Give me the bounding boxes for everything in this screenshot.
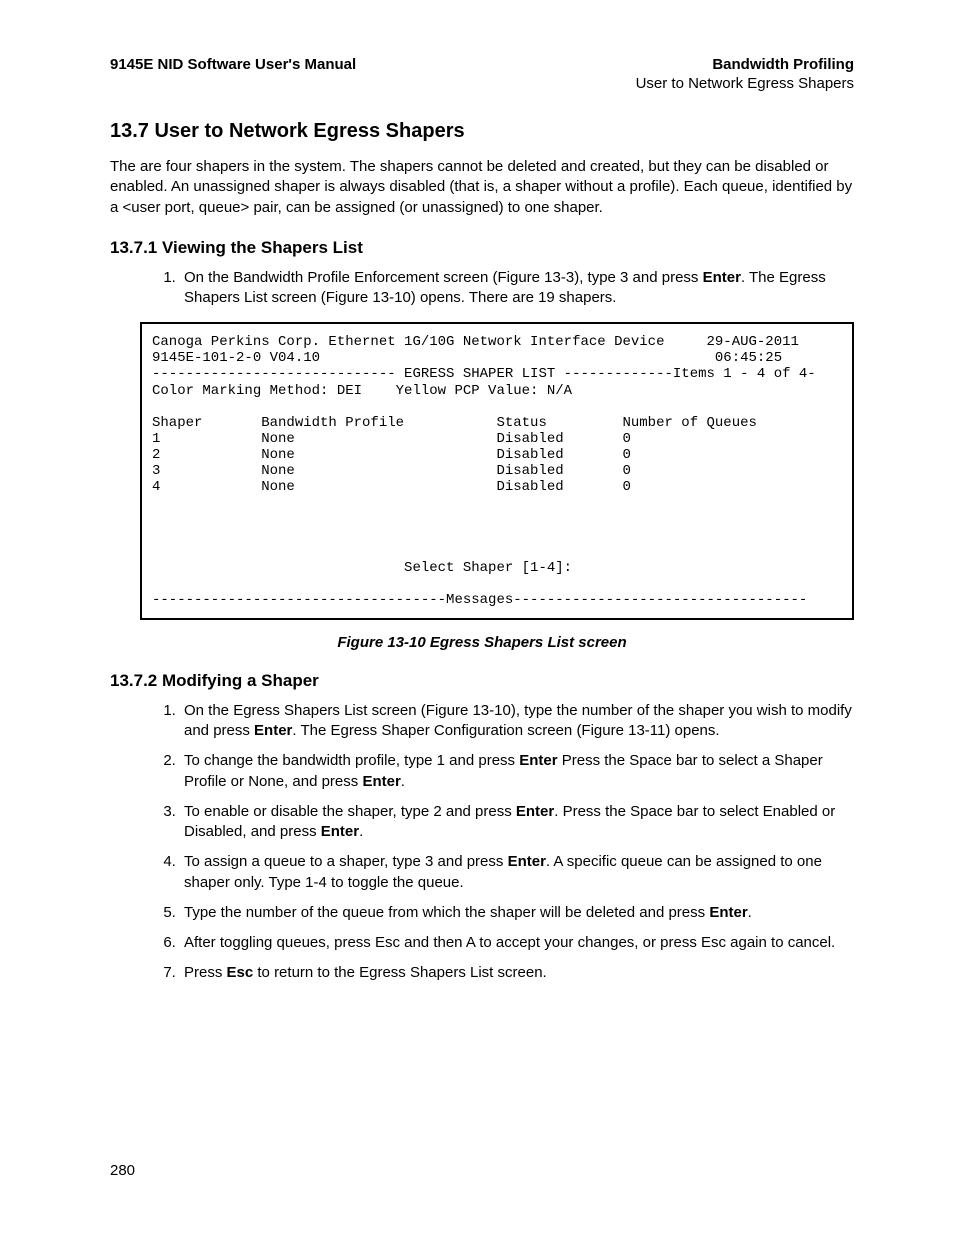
text: Type the number of the queue from which …: [184, 904, 709, 921]
sub2-step-7: Press Esc to return to the Egress Shaper…: [180, 963, 854, 983]
header-left: 9145E NID Software User's Manual: [110, 56, 356, 73]
page-header: 9145E NID Software User's Manual Bandwid…: [110, 56, 854, 73]
section-intro: The are four shapers in the system. The …: [110, 157, 854, 218]
sub2-step-4: To assign a queue to a shaper, type 3 an…: [180, 852, 854, 893]
manual-page: 9145E NID Software User's Manual Bandwid…: [0, 0, 954, 1235]
subsection-1-steps: On the Bandwidth Profile Enforcement scr…: [110, 268, 854, 309]
term-line: Canoga Perkins Corp. Ethernet 1G/10G Net…: [152, 334, 799, 350]
bold-enter: Enter: [362, 773, 400, 790]
term-prompt: Select Shaper [1-4]:: [152, 560, 572, 576]
term-line: ----------------------------- EGRESS SHA…: [152, 366, 816, 382]
term-row: 4 None Disabled 0: [152, 479, 631, 495]
subsection-2-steps: On the Egress Shapers List screen (Figur…: [110, 701, 854, 984]
bold-enter: Enter: [321, 823, 359, 840]
text: To change the bandwidth profile, type 1 …: [184, 752, 519, 769]
term-row: 1 None Disabled 0: [152, 431, 631, 447]
bold-enter: Enter: [703, 269, 741, 286]
text: . The Egress Shaper Configuration screen…: [292, 722, 719, 739]
term-columns: Shaper Bandwidth Profile Status Number o…: [152, 415, 757, 431]
section-heading: 13.7 User to Network Egress Shapers: [110, 120, 854, 143]
text: On the Bandwidth Profile Enforcement scr…: [184, 269, 703, 286]
term-line: Color Marking Method: DEI Yellow PCP Val…: [152, 383, 572, 399]
text: to return to the Egress Shapers List scr…: [253, 964, 546, 981]
text: To enable or disable the shaper, type 2 …: [184, 803, 516, 820]
text: .: [748, 904, 752, 921]
page-number: 280: [110, 1162, 135, 1179]
bold-enter: Enter: [709, 904, 747, 921]
header-sub-right: User to Network Egress Shapers: [110, 75, 854, 92]
subsection-2-heading: 13.7.2 Modifying a Shaper: [110, 671, 854, 691]
sub1-step-1: On the Bandwidth Profile Enforcement scr…: [180, 268, 854, 309]
sub2-step-3: To enable or disable the shaper, type 2 …: [180, 802, 854, 843]
sub2-step-6: After toggling queues, press Esc and the…: [180, 933, 854, 953]
text: .: [401, 773, 405, 790]
term-row: 2 None Disabled 0: [152, 447, 631, 463]
bold-enter: Enter: [254, 722, 292, 739]
sub2-step-1: On the Egress Shapers List screen (Figur…: [180, 701, 854, 742]
bold-enter: Enter: [519, 752, 557, 769]
subsection-1-heading: 13.7.1 Viewing the Shapers List: [110, 238, 854, 258]
header-right: Bandwidth Profiling: [712, 56, 854, 73]
term-messages: -----------------------------------Messa…: [152, 592, 807, 608]
text: .: [359, 823, 363, 840]
bold-enter: Enter: [508, 853, 546, 870]
figure-caption: Figure 13-10 Egress Shapers List screen: [110, 634, 854, 651]
text: To assign a queue to a shaper, type 3 an…: [184, 853, 508, 870]
text: After toggling queues, press Esc and the…: [184, 934, 835, 951]
bold-enter: Enter: [516, 803, 554, 820]
text: Press: [184, 964, 227, 981]
term-row: 3 None Disabled 0: [152, 463, 631, 479]
bold-esc: Esc: [227, 964, 254, 981]
term-line: 9145E-101-2-0 V04.10 06:45:25: [152, 350, 782, 366]
terminal-screenshot: Canoga Perkins Corp. Ethernet 1G/10G Net…: [140, 322, 854, 620]
sub2-step-5: Type the number of the queue from which …: [180, 903, 854, 923]
sub2-step-2: To change the bandwidth profile, type 1 …: [180, 751, 854, 792]
